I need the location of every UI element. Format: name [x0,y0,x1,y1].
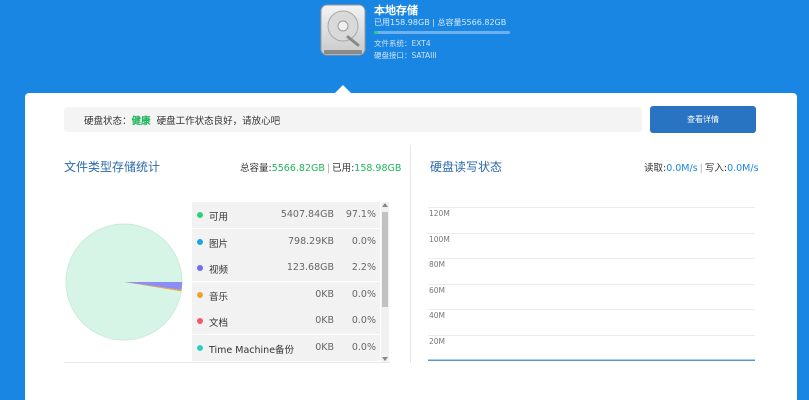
file-type-percent: 0.0% [351,315,376,326]
file-type-size: 0KB [315,288,334,300]
chart-grid-line [428,258,755,259]
capacity-summary: 总容量:5566.82GB | 已用:158.98GB [240,160,401,174]
file-type-name: 文档 [209,318,229,329]
section-divider [64,362,390,363]
file-type-name: Time Machine备份 [209,344,295,356]
file-table-scrollbar[interactable] [381,202,389,362]
rw-separator: | [699,163,703,174]
file-type-name: 音乐 [209,291,229,303]
write-speed-value: 0.0M/s [727,163,759,174]
file-type-size: 123.68GB [286,262,334,273]
file-type-row: Time Machine备份 0KB 0.0% [192,334,380,362]
legend-dot-icon [197,265,203,271]
disk-status-box: 硬盘状态：健康 硬盘工作状态良好，请放心吧 [64,107,642,132]
file-type-row: 音乐 0KB 0.0% [192,281,380,309]
scroll-up-arrow-icon[interactable] [382,203,388,207]
file-type-row: 图片 798.29KB 0.0% [192,228,380,256]
y-tick-label: 40M [429,311,446,320]
legend-dot-icon [197,318,203,324]
file-type-percent: 97.1% [345,209,376,220]
chart-grid-line [428,283,755,285]
used-capacity-label: 已用: [332,163,355,174]
filesystem-text: 文件系统：EXT4 [374,39,431,48]
write-speed-label: 写入: [704,163,728,174]
total-capacity-value: 5566.82GB [271,163,325,174]
disk-status-text: 硬盘状态：健康 硬盘工作状态良好，请放心吧 [84,113,280,127]
file-type-row: 视频 123.68GB 2.2% [192,255,380,282]
capacity-separator: | [326,163,331,174]
rw-series-svg [428,359,755,361]
file-type-name: 图片 [209,238,229,250]
read-speed-label: 读取: [644,163,667,174]
file-type-percent: 2.2% [351,262,376,273]
disk-rw-title: 硬盘读写状态 [430,160,503,174]
y-tick-label: 120M [429,209,450,218]
chart-grid-line [428,232,755,234]
used-capacity-value: 158.98GB [354,163,402,174]
disk-status-value: 健康 [131,116,151,127]
disk-status-message: 硬盘工作状态良好，请放心吧 [156,116,281,127]
file-type-size: 0KB [315,341,334,353]
file-type-percent: 0.0% [351,288,376,300]
vertical-divider [410,145,411,363]
chart-grid-line [428,309,755,310]
file-type-size: 798.29KB [288,235,334,247]
file-type-size: 5407.84GB [280,209,334,220]
rw-speed-summary: 读取:0.0M/s | 写入:0.0M/s [644,160,759,174]
file-type-row: 可用 5407.84GB 97.1% [192,202,380,229]
legend-dot-icon [197,291,203,298]
file-type-name: 视频 [209,265,229,276]
scrollbar-thumb[interactable] [382,212,388,307]
y-tick-label: 20M [429,336,446,346]
view-details-button[interactable]: 查看详情 [650,106,756,133]
legend-dot-icon [197,212,203,218]
storage-usage-bar [374,31,510,34]
legend-dot-icon [197,238,203,245]
chart-grid-line [428,334,755,336]
file-type-size: 0KB [315,315,334,326]
file-type-percent: 0.0% [351,235,376,247]
storage-usage-bar-fill [374,31,378,34]
disk-status-label: 硬盘状态： [84,116,132,127]
y-tick-label: 100M [429,234,450,244]
disk-rw-line-chart: 120M 100M 80M 60M 40M 20M [428,200,756,365]
file-type-name: 可用 [209,212,229,223]
storage-usage-text: 已用158.98GB | 总容量5566.82GB [374,18,507,27]
file-type-row: 文档 0KB 0.0% [192,308,380,335]
chart-grid-line [428,207,755,208]
file-type-table: 可用 5407.84GB 97.1% 图片 798.29KB 0.0% 视频 123.68GB… [192,202,380,362]
file-type-percent: 0.0% [351,341,376,353]
hard-disk-icon [318,3,368,59]
total-capacity-label: 总容量: [240,163,272,174]
y-tick-label: 80M [429,260,446,269]
file-type-stats-title: 文件类型存储统计 [64,160,161,174]
storage-pie-chart [64,222,184,342]
disk-interface-text: 硬盘接口：SATAIII [374,51,437,60]
scroll-down-arrow-icon[interactable] [382,357,388,361]
y-tick-label: 60M [429,285,446,295]
storage-title: 本地存储 [374,4,418,17]
legend-dot-icon [197,344,203,351]
read-speed-value: 0.0M/s [666,163,698,174]
